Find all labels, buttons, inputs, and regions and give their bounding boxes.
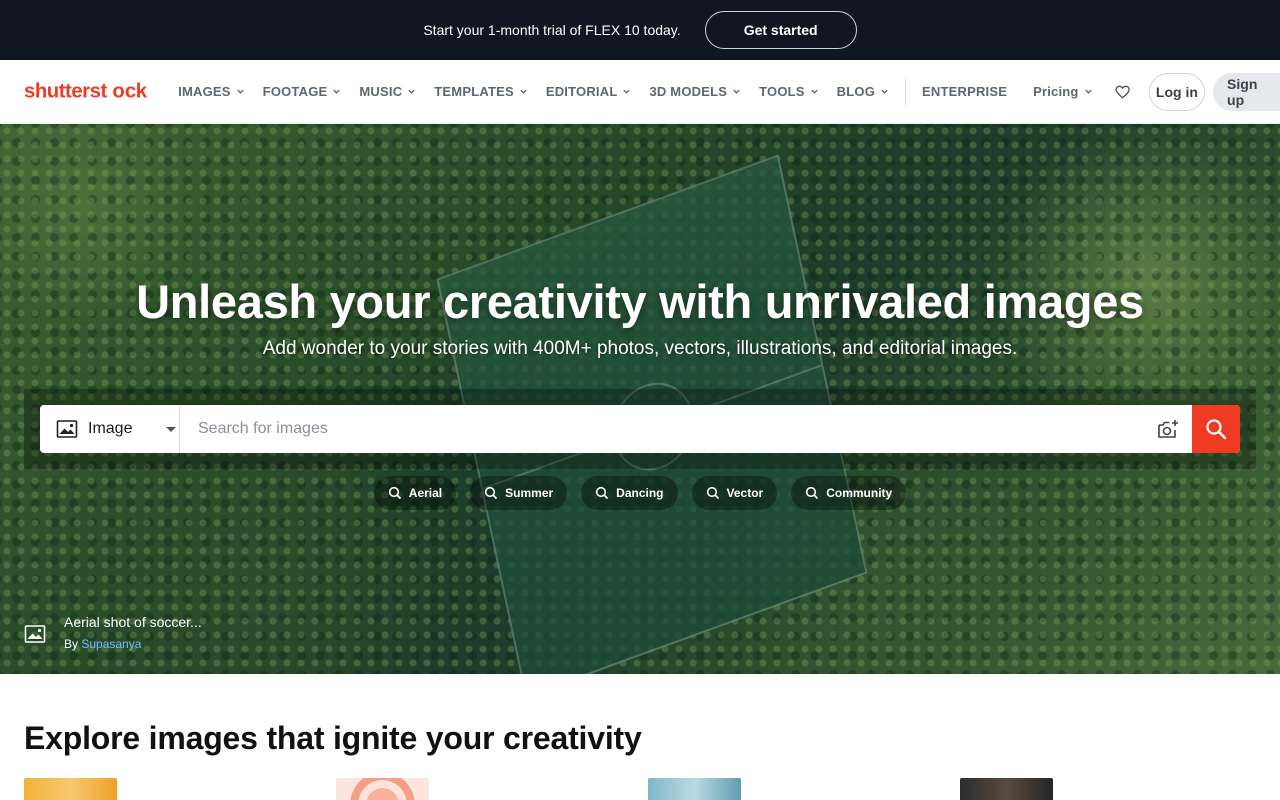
credit-author-link[interactable]: Supasanya	[81, 637, 141, 651]
promo-text: Start your 1-month trial of FLEX 10 toda…	[423, 22, 681, 38]
chevron-down-icon	[236, 89, 244, 94]
nav-tools-label: TOOLS	[759, 84, 805, 99]
chevron-down-icon	[520, 89, 527, 94]
shutterstock-logo[interactable]: shutterst o ck	[24, 77, 149, 107]
nav-footage-label: FOOTAGE	[262, 84, 328, 99]
hero-subtitle: Add wonder to your stories with 400M+ ph…	[262, 338, 1018, 359]
explore-thumbnail[interactable]	[648, 778, 741, 800]
nav-blog[interactable]: BLOG	[828, 84, 898, 99]
chip-summer[interactable]: Summer	[470, 476, 568, 510]
suggestion-chips: Aerial Summer Dancing Vector Community	[0, 476, 1280, 510]
chip-community[interactable]: Community	[791, 476, 907, 510]
search-input[interactable]	[180, 405, 1144, 453]
login-button[interactable]: Log in	[1148, 72, 1206, 111]
chevron-down-icon	[408, 89, 415, 94]
nav-pricing[interactable]: Pricing	[1024, 84, 1101, 99]
search-icon	[485, 486, 498, 500]
image-icon	[56, 420, 78, 438]
hero-section: Unleash your creativity with unrivaled i…	[0, 124, 1280, 674]
hero-title: Unleash your creativity with unrivaled i…	[136, 275, 1144, 328]
get-started-button[interactable]: Get started	[704, 11, 857, 49]
search-icon	[1206, 419, 1227, 440]
main-nav: shutterst o ck IMAGES FOOTAGE MUSIC TEMP…	[0, 60, 1280, 124]
chevron-down-icon	[810, 89, 818, 94]
search-type-select[interactable]: Image	[40, 405, 180, 453]
chip-dancing[interactable]: Dancing	[581, 476, 678, 510]
explore-thumbnail[interactable]	[24, 778, 117, 800]
search-by-image-button[interactable]	[1144, 405, 1192, 453]
credit-by-label: By	[64, 637, 79, 651]
nav-3d-models[interactable]: 3D MODELS	[640, 84, 750, 99]
nav-images-label: IMAGES	[178, 84, 231, 99]
nav-menu: IMAGES FOOTAGE MUSIC TEMPLATES EDITORIAL…	[169, 78, 1101, 105]
chip-vector[interactable]: Vector	[691, 476, 778, 510]
signup-button[interactable]: Sign up	[1213, 72, 1280, 111]
svg-text:ck: ck	[125, 80, 148, 102]
chip-label: Aerial	[408, 486, 443, 500]
explore-heading: Explore images that ignite your creativi…	[24, 720, 642, 756]
nav-enterprise-label: ENTERPRISE	[922, 84, 1008, 99]
chip-label: Vector	[726, 486, 764, 500]
nav-templates[interactable]: TEMPLATES	[425, 84, 537, 99]
image-credit: Aerial shot of soccer... By Supasanya	[24, 614, 202, 651]
nav-editorial-label: EDITORIAL	[545, 84, 618, 99]
explore-thumbnail[interactable]	[336, 778, 429, 800]
nav-templates-label: TEMPLATES	[434, 84, 514, 99]
chevron-down-icon	[333, 89, 341, 94]
chip-label: Community	[826, 486, 893, 500]
chevron-down-icon	[623, 89, 631, 94]
search-type-label: Image	[88, 420, 133, 437]
nav-footage[interactable]: FOOTAGE	[254, 84, 351, 99]
credit-title[interactable]: Aerial shot of soccer...	[64, 614, 202, 630]
explore-thumbnail[interactable]	[960, 778, 1053, 800]
nav-images[interactable]: IMAGES	[169, 84, 253, 99]
svg-text:shutterst: shutterst	[24, 80, 107, 102]
nav-music[interactable]: MUSIC	[350, 84, 425, 99]
caret-down-icon	[166, 426, 177, 432]
search-icon	[388, 486, 401, 500]
nav-editorial[interactable]: EDITORIAL	[537, 84, 641, 99]
nav-divider	[905, 78, 907, 105]
nav-blog-label: BLOG	[836, 84, 876, 99]
nav-tools[interactable]: TOOLS	[750, 84, 828, 99]
camera-plus-icon	[1158, 420, 1178, 438]
svg-text:o: o	[112, 80, 124, 102]
image-icon[interactable]	[24, 624, 46, 644]
search-button[interactable]	[1192, 405, 1240, 453]
chevron-down-icon	[733, 89, 740, 94]
search-icon	[706, 486, 719, 500]
nav-pricing-label: Pricing	[1033, 84, 1079, 99]
chevron-down-icon	[881, 89, 888, 94]
chevron-down-icon	[1084, 89, 1092, 94]
search-icon	[596, 486, 609, 500]
nav-enterprise[interactable]: ENTERPRISE	[913, 84, 1016, 99]
heart-icon[interactable]	[1114, 81, 1131, 103]
nav-music-label: MUSIC	[359, 84, 403, 99]
search-icon	[806, 486, 819, 500]
chip-label: Summer	[505, 486, 554, 500]
chip-aerial[interactable]: Aerial	[373, 476, 457, 510]
credit-byline: By Supasanya	[64, 637, 202, 651]
nav-3d-models-label: 3D MODELS	[649, 84, 728, 99]
promo-bar: Start your 1-month trial of FLEX 10 toda…	[0, 0, 1280, 60]
chip-label: Dancing	[616, 486, 664, 500]
search-bar: Image	[40, 405, 1240, 453]
